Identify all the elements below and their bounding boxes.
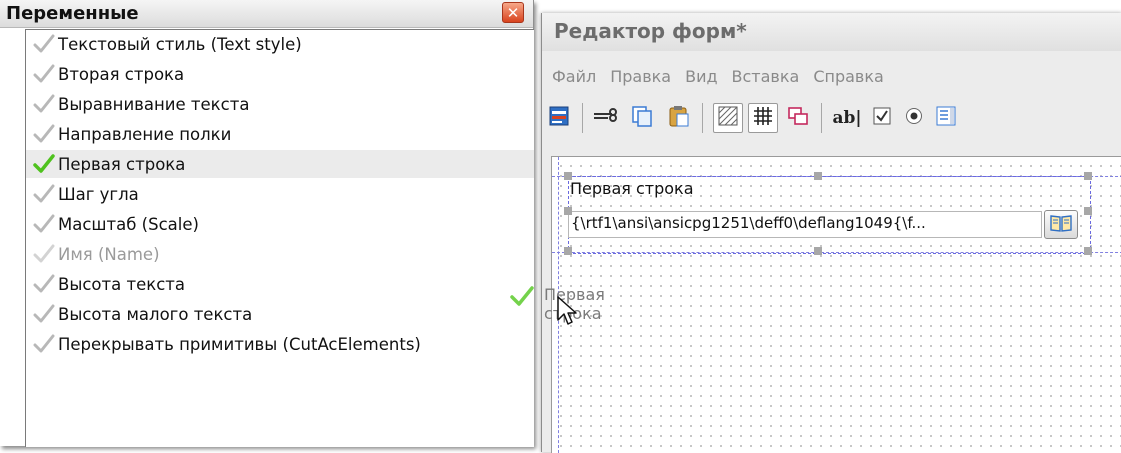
list-item[interactable]: Высота текста <box>26 270 534 298</box>
resize-handle[interactable] <box>564 247 572 255</box>
form-editor-window: Редактор форм* Файл Правка Вид Вставка С… <box>541 13 1121 453</box>
list-item[interactable]: Масштаб (Scale) <box>26 210 534 238</box>
checkmark-icon <box>30 30 58 58</box>
menu-view[interactable]: Вид <box>685 67 717 86</box>
toolbar-separator <box>702 103 703 133</box>
hatch-icon <box>718 106 738 130</box>
textbox-button[interactable]: ab| <box>829 103 865 133</box>
list-item[interactable]: Шаг угла <box>26 180 534 208</box>
list-item-label: Высота текста <box>58 274 186 294</box>
list-item-label: Направление полки <box>58 124 232 144</box>
window-title: Редактор форм* <box>554 19 747 43</box>
form-button[interactable] <box>544 103 574 133</box>
checkmark-icon <box>30 300 58 328</box>
cut-button[interactable] <box>590 103 620 133</box>
copy-icon <box>630 104 654 132</box>
list-item-disabled[interactable]: Имя (Name) <box>26 240 534 268</box>
book-icon <box>1049 213 1073 237</box>
grid-button[interactable] <box>748 103 778 133</box>
checkmark-icon <box>30 60 58 88</box>
checkbox-icon <box>873 107 891 129</box>
list-item-label: Текстовый стиль (Text style) <box>58 34 302 54</box>
checkmark-icon <box>30 240 58 268</box>
checkmark-icon <box>30 120 58 148</box>
cut-icon <box>592 104 618 132</box>
variables-panel-header: Переменные ✕ <box>0 0 533 28</box>
grid-icon <box>753 106 773 130</box>
copy-button[interactable] <box>627 103 657 133</box>
list-item[interactable]: Высота малого текста <box>26 300 534 328</box>
list-item[interactable]: Направление полки <box>26 120 534 148</box>
resize-handle[interactable] <box>1084 207 1092 215</box>
checkmark-icon <box>30 90 58 118</box>
toolbar: ab| <box>542 97 1121 139</box>
list-item[interactable]: Вторая строка <box>26 60 534 88</box>
list-item[interactable]: Текстовый стиль (Text style) <box>26 30 534 58</box>
textbox-icon: ab| <box>832 108 862 128</box>
radio-icon <box>905 107 923 129</box>
list-item-label: Высота малого текста <box>58 304 253 324</box>
list-item[interactable]: Выравнивание текста <box>26 90 534 118</box>
list-item-label: Имя (Name) <box>58 244 160 264</box>
list-item-selected[interactable]: Первая строка <box>26 150 534 178</box>
checkmark-green-icon <box>30 150 58 178</box>
checkmark-icon <box>30 270 58 298</box>
resize-handle[interactable] <box>1084 172 1092 180</box>
list-item-label: Выравнивание текста <box>58 94 250 114</box>
menu-edit[interactable]: Правка <box>610 67 671 86</box>
toolbar-separator <box>821 103 822 133</box>
variables-panel: Переменные ✕ Текстовый стиль (Text style… <box>0 0 534 447</box>
field-label[interactable]: Первая строка <box>570 179 694 198</box>
checkmark-green-icon <box>510 285 534 311</box>
rtf-text-field[interactable]: {\rtf1\ansi\ansicpg1251\deff0\deflang104… <box>568 211 1042 238</box>
list-item-label: Перекрывать примитивы (CutAcElements) <box>58 334 421 354</box>
checkmark-icon <box>30 180 58 208</box>
list-item-label: Первая строка <box>58 154 186 174</box>
variables-list: Текстовый стиль (Text style) Вторая стро… <box>25 29 534 447</box>
list-item-label: Шаг угла <box>58 184 139 204</box>
listbox-button[interactable] <box>931 103 961 133</box>
rtf-editor-button[interactable] <box>1044 210 1078 239</box>
variables-panel-title: Переменные <box>6 3 139 24</box>
editor-titlebar: Редактор форм* <box>542 13 1121 51</box>
mouse-cursor-icon <box>556 295 578 331</box>
radio-button[interactable] <box>899 103 929 133</box>
resize-handle[interactable] <box>814 172 822 180</box>
list-item-label: Масштаб (Scale) <box>58 214 199 234</box>
resize-handle[interactable] <box>564 172 572 180</box>
close-icon: ✕ <box>506 3 520 22</box>
layers-icon <box>787 106 809 130</box>
form-icon <box>547 104 571 132</box>
checkmark-icon <box>30 210 58 238</box>
resize-handle[interactable] <box>564 207 572 215</box>
paste-button[interactable] <box>664 103 694 133</box>
listbox-icon <box>936 106 956 130</box>
menu-file[interactable]: Файл <box>552 67 596 86</box>
menu-insert[interactable]: Вставка <box>732 67 800 86</box>
hatch-button[interactable] <box>713 103 743 133</box>
list-item-label: Вторая строка <box>58 64 185 84</box>
checkmark-icon <box>30 330 58 358</box>
paste-icon <box>667 104 691 132</box>
close-button[interactable]: ✕ <box>502 2 524 23</box>
checkbox-button[interactable] <box>867 103 897 133</box>
layers-button[interactable] <box>783 103 813 133</box>
menu-bar: Файл Правка Вид Вставка Справка <box>542 61 1121 91</box>
list-item[interactable]: Перекрывать примитивы (CutAcElements) <box>26 330 534 358</box>
toolbar-separator <box>582 103 583 133</box>
menu-help[interactable]: Справка <box>813 67 884 86</box>
resize-handle[interactable] <box>1084 247 1092 255</box>
resize-handle[interactable] <box>814 247 822 255</box>
